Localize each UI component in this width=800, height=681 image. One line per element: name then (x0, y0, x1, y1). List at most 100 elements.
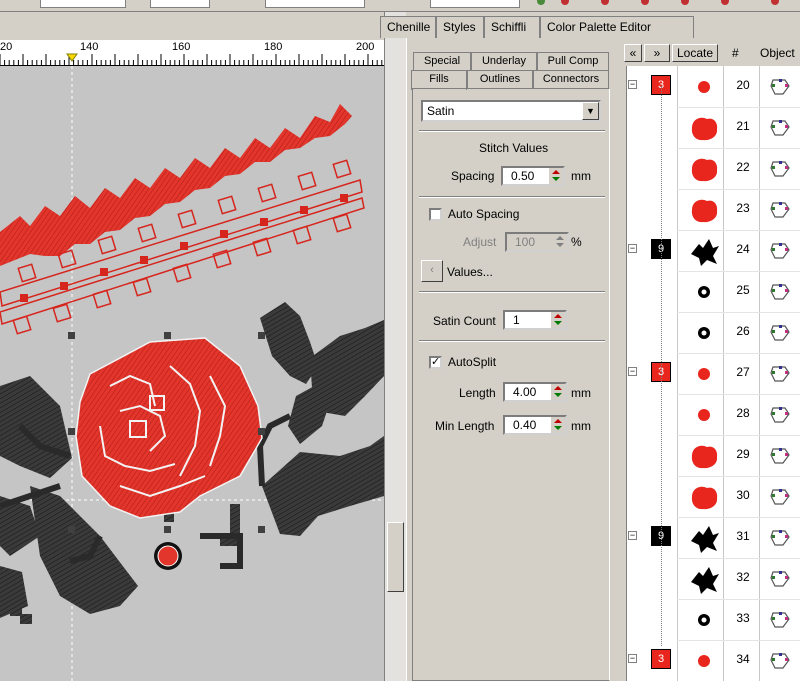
vertical-scrollbar[interactable] (384, 12, 406, 681)
tab-connectors[interactable]: Connectors (533, 70, 609, 89)
collapse-icon[interactable]: − (628, 654, 637, 663)
satin-object-icon (770, 489, 790, 505)
list-item[interactable]: 23 (627, 189, 800, 230)
list-item[interactable]: 33 (627, 599, 800, 640)
tab-color-palette-editor[interactable]: Color Palette Editor (540, 16, 694, 38)
collapse-all-button[interactable]: « (624, 44, 642, 62)
min-length-label: Min Length (435, 419, 495, 433)
color-swatch[interactable]: 3 (651, 649, 671, 669)
toolbar-field[interactable] (430, 0, 520, 8)
object-thumbnail-icon (691, 567, 719, 594)
list-item[interactable]: − 3 34 (627, 640, 800, 681)
toolbar-icon[interactable] (680, 0, 690, 8)
spin-arrows-icon[interactable] (549, 168, 563, 184)
toolbar-icon[interactable] (536, 0, 546, 8)
object-thumbnail-icon (698, 327, 710, 339)
ruler-ticks (0, 53, 383, 65)
collapse-icon[interactable]: − (628, 80, 637, 89)
tab-underlay[interactable]: Underlay (471, 52, 537, 71)
list-item[interactable]: −3 27 (627, 353, 800, 394)
length-stepper[interactable]: 4.00 (503, 382, 567, 402)
tab-schiffli[interactable]: Schiffli (484, 16, 540, 38)
toolbar-icon[interactable] (560, 0, 570, 8)
spin-arrows-icon[interactable] (553, 234, 567, 250)
toolbar-field[interactable] (40, 0, 126, 8)
zigzag-border (0, 104, 352, 266)
autosplit-checkbox[interactable]: ✓ (429, 356, 442, 369)
spin-arrows-icon[interactable] (551, 384, 565, 400)
sequence-number: 22 (736, 160, 750, 174)
spin-arrows-icon[interactable] (551, 417, 565, 433)
adjust-value: 100 (515, 235, 536, 249)
list-item[interactable]: 21 (627, 107, 800, 148)
divider (419, 130, 605, 132)
list-item[interactable]: 28 (627, 394, 800, 435)
embroidery-design[interactable] (0, 66, 384, 681)
satin-object-icon (770, 653, 790, 669)
locate-button[interactable]: Locate (672, 44, 718, 62)
satin-object-icon (770, 571, 790, 587)
satin-object-icon (770, 325, 790, 341)
satin-count-stepper[interactable]: 1 (503, 310, 567, 330)
toolbar-field[interactable] (150, 0, 210, 8)
satin-object-icon (770, 448, 790, 464)
object-thumbnail-icon (691, 199, 718, 223)
scrollbar-thumb[interactable] (387, 522, 404, 592)
list-item[interactable]: −3 20 (627, 66, 800, 107)
sequence-number: 32 (736, 570, 750, 584)
satin-object-icon (770, 243, 790, 259)
chevron-down-icon[interactable]: ▼ (582, 102, 599, 120)
tree-connector (661, 86, 662, 646)
tab-pull-comp[interactable]: Pull Comp (537, 52, 609, 71)
sequence-panel: « » Locate # Object −3 20 21 22 23−9 24 25 26−3… (614, 38, 800, 681)
list-item[interactable]: 29 (627, 435, 800, 476)
list-item[interactable]: 22 (627, 148, 800, 189)
spacing-stepper[interactable]: 0.50 (501, 166, 565, 186)
list-item[interactable]: 32 (627, 558, 800, 599)
list-item[interactable]: −9 24 (627, 230, 800, 271)
sequence-number: 30 (736, 488, 750, 502)
tab-special[interactable]: Special (413, 52, 471, 71)
toolbar-icon[interactable] (720, 0, 730, 8)
sequence-number: 23 (736, 201, 750, 215)
sequence-number: 28 (736, 406, 750, 420)
list-item[interactable]: 30 (627, 476, 800, 517)
sequence-list[interactable]: −3 20 21 22 23 −9 24 25 26 −3 27 28 29 30 −9 31 32 33 − 3 34 (626, 66, 800, 681)
adjust-stepper[interactable]: 100 (505, 232, 569, 252)
satin-object-icon (770, 120, 790, 136)
object-thumbnail-icon (691, 526, 719, 553)
collapse-icon[interactable]: − (628, 531, 637, 540)
design-canvas[interactable]: 20 140 160 180 200 (0, 12, 384, 681)
list-item[interactable]: −9 31 (627, 517, 800, 558)
expand-all-button[interactable]: » (644, 44, 670, 62)
tab-chenille[interactable]: Chenille (380, 16, 436, 38)
tab-fills[interactable]: Fills (411, 70, 467, 90)
fill-type-select[interactable]: Satin ▼ (421, 100, 601, 122)
collapse-icon[interactable]: − (628, 367, 637, 376)
tab-styles[interactable]: Styles (436, 16, 484, 38)
spin-arrows-icon[interactable] (551, 312, 565, 328)
satin-object-icon (770, 407, 790, 423)
object-thumbnail-icon (691, 445, 718, 469)
object-thumbnail-icon (698, 409, 710, 421)
object-thumbnail-icon (691, 117, 718, 141)
spacing-unit: mm (571, 169, 591, 183)
toolbar-icon[interactable] (600, 0, 610, 8)
object-thumbnail-icon (698, 286, 710, 298)
satin-object-icon (770, 366, 790, 382)
min-length-value: 0.40 (513, 418, 537, 432)
tab-outlines[interactable]: Outlines (467, 70, 533, 89)
toolbar-icon[interactable] (640, 0, 650, 8)
values-button[interactable]: Values... (447, 265, 493, 279)
list-item[interactable]: 26 (627, 312, 800, 353)
list-item[interactable]: 25 (627, 271, 800, 312)
sequence-number: 33 (736, 611, 750, 625)
values-arrow-button[interactable]: ‹ (421, 260, 443, 282)
auto-spacing-checkbox[interactable] (429, 208, 442, 221)
toolbar-field[interactable] (265, 0, 365, 8)
sequence-number: 20 (736, 78, 750, 92)
toolbar-icon[interactable] (770, 0, 780, 8)
canvas-header-gap (0, 12, 384, 40)
min-length-stepper[interactable]: 0.40 (503, 415, 567, 435)
collapse-icon[interactable]: − (628, 244, 637, 253)
